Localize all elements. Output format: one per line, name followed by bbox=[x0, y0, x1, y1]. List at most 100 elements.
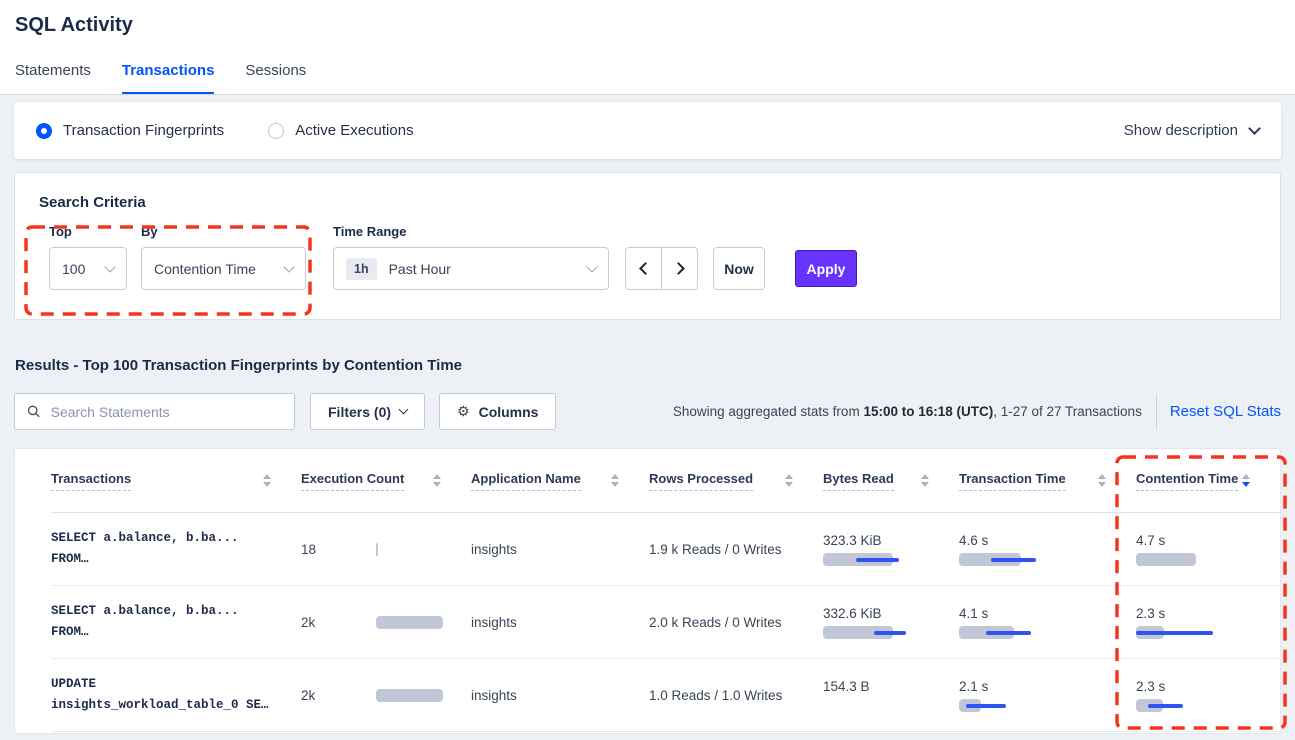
top-select-value: 100 bbox=[62, 261, 85, 277]
statement-line-2: insights_workload_table_0 SE… bbox=[51, 695, 301, 716]
chevron-down-icon bbox=[104, 261, 115, 272]
statement-line-1: UPDATE bbox=[51, 674, 301, 695]
statement-line-1: SELECT a.balance, b.ba... bbox=[51, 601, 301, 622]
application-name-cell: insights bbox=[471, 615, 649, 630]
radio-option-transaction-fingerprints[interactable]: Transaction Fingerprints bbox=[36, 122, 224, 139]
search-icon bbox=[27, 404, 41, 419]
sort-icon bbox=[433, 474, 441, 487]
contention-time-cell-barchart bbox=[1136, 699, 1280, 712]
reset-sql-stats-link[interactable]: Reset SQL Stats bbox=[1170, 403, 1281, 420]
sort-asc-icon bbox=[611, 474, 619, 479]
execution-count-value: 18 bbox=[301, 542, 376, 557]
contention-time-cell-value: 4.7 s bbox=[1136, 533, 1280, 548]
execution-count-cell: 18 bbox=[301, 542, 471, 557]
sort-asc-icon bbox=[921, 474, 929, 479]
sort-desc-icon bbox=[921, 482, 929, 487]
gear-icon: ⚙ bbox=[457, 404, 470, 420]
stddev-line bbox=[1136, 631, 1213, 635]
sort-icon bbox=[1098, 474, 1106, 487]
contention-time-cell-barchart bbox=[1136, 626, 1280, 639]
now-button[interactable]: Now bbox=[713, 247, 765, 290]
top-select[interactable]: 100 bbox=[49, 247, 127, 290]
transaction-statement-link[interactable]: SELECT a.balance, b.ba...FROM… bbox=[51, 601, 301, 643]
view-toggle-card: Transaction Fingerprints Active Execution… bbox=[14, 102, 1281, 159]
transaction-time-cell-barchart bbox=[959, 626, 1136, 639]
radio-selected-icon bbox=[36, 123, 52, 139]
bytes-read-cell: 154.3 B bbox=[823, 679, 959, 712]
filters-button[interactable]: Filters (0) bbox=[310, 393, 425, 430]
by-field: By Contention Time bbox=[141, 224, 306, 290]
sort-icon bbox=[611, 474, 619, 487]
tab-statements[interactable]: Statements bbox=[15, 62, 91, 94]
search-criteria-title: Search Criteria bbox=[39, 194, 1256, 211]
page-header: SQL Activity Statements Transactions Sessi… bbox=[0, 0, 1295, 95]
transaction-time-cell: 2.1 s bbox=[959, 679, 1136, 712]
rows-processed-cell: 1.0 Reads / 1.0 Writes bbox=[649, 688, 823, 703]
transaction-time-cell-barchart bbox=[959, 699, 1136, 712]
column-header-execution-count[interactable]: Execution Count bbox=[301, 471, 471, 491]
column-header-label: Transaction Time bbox=[959, 471, 1066, 491]
tabs: Statements Transactions Sessions bbox=[15, 62, 1280, 94]
aggregated-stats-text: Showing aggregated stats from 15:00 to 1… bbox=[673, 404, 1142, 419]
next-time-button[interactable] bbox=[661, 247, 698, 290]
top-field: Top 100 bbox=[49, 224, 127, 290]
mean-bar bbox=[376, 616, 443, 629]
sort-icon bbox=[921, 474, 929, 487]
mean-bar bbox=[376, 543, 378, 556]
column-header-label: Contention Time bbox=[1136, 471, 1238, 491]
bytes-read-cell-value: 323.3 KiB bbox=[823, 533, 959, 548]
contention-time-cell-value: 2.3 s bbox=[1136, 606, 1280, 621]
transactions-table: TransactionsExecution CountApplication N… bbox=[14, 448, 1281, 734]
column-header-application-name[interactable]: Application Name bbox=[471, 471, 649, 491]
search-statements-input[interactable] bbox=[51, 404, 282, 420]
show-description-toggle[interactable]: Show description bbox=[1124, 122, 1259, 139]
tab-sessions[interactable]: Sessions bbox=[245, 62, 306, 94]
time-range-label: Time Range bbox=[333, 224, 609, 239]
stddev-line bbox=[991, 558, 1036, 562]
column-header-label: Bytes Read bbox=[823, 471, 894, 491]
sort-asc-icon bbox=[785, 474, 793, 479]
table-header-row: TransactionsExecution CountApplication N… bbox=[51, 449, 1280, 513]
radio-option-active-executions[interactable]: Active Executions bbox=[268, 122, 413, 139]
rows-processed-cell: 1.9 k Reads / 0 Writes bbox=[649, 542, 823, 557]
column-header-bytes-read[interactable]: Bytes Read bbox=[823, 471, 959, 491]
chevron-down-icon bbox=[399, 405, 409, 415]
toolbar-divider bbox=[1156, 394, 1157, 430]
page-title: SQL Activity bbox=[15, 14, 1280, 37]
apply-button[interactable]: Apply bbox=[795, 250, 857, 287]
time-pager bbox=[625, 247, 698, 290]
transaction-statement-link[interactable]: SELECT a.balance, b.ba...FROM… bbox=[51, 528, 301, 570]
application-name-cell: insights bbox=[471, 542, 649, 557]
transaction-statement-link[interactable]: UPDATEinsights_workload_table_0 SE… bbox=[51, 674, 301, 716]
contention-time-cell-value: 2.3 s bbox=[1136, 679, 1280, 694]
time-range-select[interactable]: 1h Past Hour bbox=[333, 247, 609, 290]
contention-time-cell: 2.3 s bbox=[1136, 606, 1280, 639]
execution-count-value: 2k bbox=[301, 688, 376, 703]
sort-desc-icon bbox=[263, 482, 271, 487]
contention-time-cell-barchart bbox=[1136, 553, 1280, 566]
tab-transactions[interactable]: Transactions bbox=[122, 62, 215, 94]
column-header-transactions[interactable]: Transactions bbox=[51, 471, 301, 491]
mean-bar bbox=[1136, 553, 1196, 566]
time-range-value: Past Hour bbox=[389, 261, 451, 277]
results-heading: Results - Top 100 Transaction Fingerprin… bbox=[15, 357, 1281, 374]
column-header-transaction-time[interactable]: Transaction Time bbox=[959, 471, 1136, 491]
transaction-time-cell-barchart bbox=[959, 553, 1136, 566]
stddev-line bbox=[856, 558, 899, 562]
by-label: By bbox=[141, 224, 306, 239]
sort-desc-icon bbox=[1098, 482, 1106, 487]
column-header-label: Rows Processed bbox=[649, 471, 753, 491]
sort-desc-icon bbox=[1242, 482, 1250, 487]
column-header-contention-time[interactable]: Contention Time bbox=[1136, 471, 1280, 491]
statement-line-2: FROM… bbox=[51, 622, 301, 643]
by-select[interactable]: Contention Time bbox=[141, 247, 306, 290]
contention-time-cell: 2.3 s bbox=[1136, 679, 1280, 712]
execution-count-cell: 2k bbox=[301, 688, 471, 703]
chevron-left-icon bbox=[639, 262, 652, 275]
prev-time-button[interactable] bbox=[625, 247, 662, 290]
bytes-read-cell: 332.6 KiB bbox=[823, 606, 959, 639]
bytes-read-cell-barchart bbox=[823, 553, 959, 566]
columns-button[interactable]: ⚙ Columns bbox=[439, 393, 556, 430]
table-body: SELECT a.balance, b.ba...FROM…18insights… bbox=[51, 513, 1280, 732]
column-header-rows-processed[interactable]: Rows Processed bbox=[649, 471, 823, 491]
